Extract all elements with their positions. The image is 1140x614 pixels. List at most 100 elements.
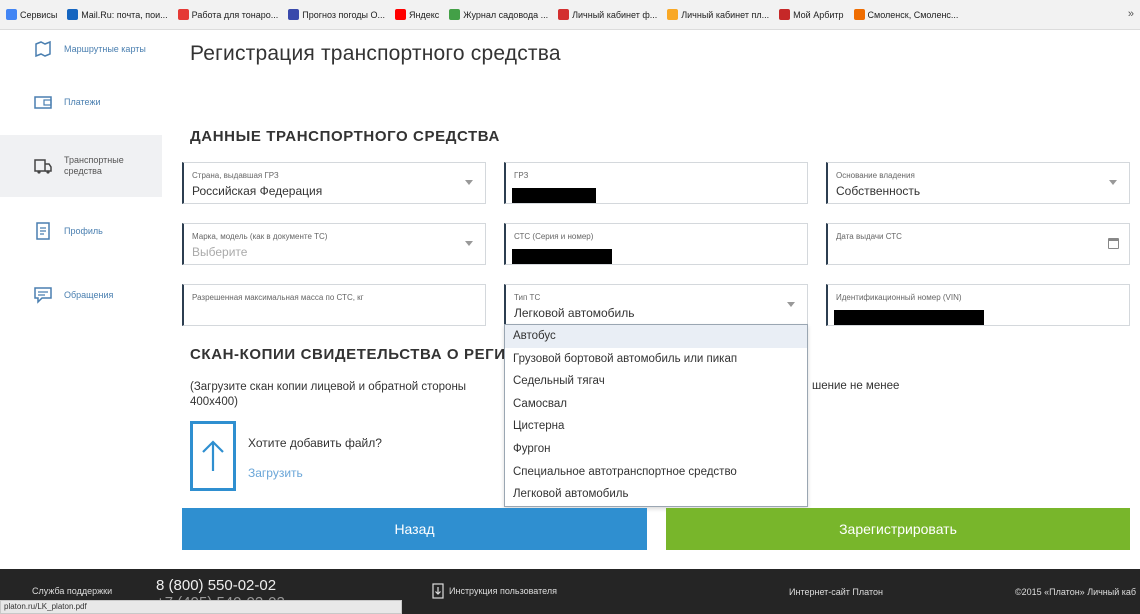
brand-select[interactable]: Марка, модель (как в документе ТС) Выбер… [182,223,486,265]
dropdown-option[interactable]: Седельный тягач [505,370,807,393]
support-phone: 8 (800) 550-02-02 [156,577,277,594]
sidebar-item-vehicles[interactable]: Транспортные средства [0,135,162,197]
bookmarks-more-button[interactable]: » [1128,8,1134,20]
back-button[interactable]: Назад [182,508,647,550]
map-icon [32,38,54,60]
bookmark-item[interactable]: Личный кабинет пл... [667,9,769,20]
ownership-select[interactable]: Основание владения Собственность [826,162,1130,204]
bookmark-label: Личный кабинет пл... [681,9,770,20]
field-label: СТС (Серия и номер) [514,232,594,241]
bookmark-item[interactable]: Мой Арбитр [779,9,844,20]
bookmark-item[interactable]: Работа для тонаро... [177,9,279,20]
field-label: Страна, выдавшая ГРЗ [192,171,279,180]
platon-site-link[interactable]: Интернет-сайт Платон [789,587,883,597]
profile-icon [32,220,54,242]
chat-icon [32,284,54,306]
bookmark-item[interactable]: Прогноз погоды О... [288,9,385,20]
scan-note-line1: (Загрузите скан копии лицевой и обратной… [190,381,467,393]
bookmark-item[interactable]: Яндекс [394,9,440,20]
status-bar-url: platon.ru/LK_platon.pdf [0,600,402,614]
instructions-link[interactable]: Инструкция пользователя [432,583,557,599]
calendar-icon[interactable] [1108,238,1119,249]
vin-field[interactable]: Идентификационный номер (VIN) [826,284,1130,326]
favicon-icon [449,9,461,20]
bookmark-label: Мой Арбитр [793,9,844,20]
dropdown-option[interactable]: Легковой автомобиль [505,483,807,506]
scan-note-line2: 400х400) [190,396,238,408]
field-label: Разрешенная максимальная масса по СТС, к… [192,293,364,302]
sts-field[interactable]: СТС (Серия и номер) [504,223,808,265]
sidebar-item-label: Транспортные средства [64,155,124,176]
bookmark-label: Работа для тонаро... [191,9,279,20]
sidebar-item-requests[interactable]: Обращения [0,264,162,326]
dropdown-option[interactable]: Грузовой бортовой автомобиль или пикап [505,348,807,371]
bookmark-label: Смоленск, Смоленс... [867,9,959,20]
bookmark-item[interactable]: Личный кабинет ф... [558,9,657,20]
redacted-value [834,310,984,325]
bookmark-label: Прогноз погоды О... [302,9,385,20]
upload-question: Хотите добавить файл? [248,436,382,450]
wallet-icon [32,91,54,113]
section-title-vehicle-data: ДАННЫЕ ТРАНСПОРТНОГО СРЕДСТВА [190,128,500,145]
dropdown-option[interactable]: Самосвал [505,393,807,416]
field-label: Марка, модель (как в документе ТС) [192,232,328,241]
redacted-value [512,188,596,203]
sts-date-field[interactable]: Дата выдачи СТС [826,223,1130,265]
favicon-icon [853,9,865,20]
chevron-down-icon [465,180,473,185]
sidebar-item-profile[interactable]: Профиль [0,200,162,262]
grz-field[interactable]: ГРЗ [504,162,808,204]
dropdown-option[interactable]: Автобус [505,325,807,348]
field-label: Дата выдачи СТС [836,232,902,241]
sidebar-item-label: Профиль [64,225,103,236]
dropdown-option[interactable]: Фургон [505,438,807,461]
favicon-icon [288,9,300,20]
vehicle-type-select[interactable]: Тип ТС Легковой автомобиль [504,284,808,326]
copyright: ©2015 «Платон» Личный каб [1015,587,1137,597]
field-value: Российская Федерация [192,184,323,198]
main-content: Регистрация транспортного средства ДАННЫ… [162,30,1140,569]
favicon-icon [394,9,406,20]
chevron-down-icon [1109,180,1117,185]
download-icon [432,583,444,599]
sidebar-item-payments[interactable]: Платежи [0,71,162,133]
favicon-icon [177,9,189,20]
sidebar-item-label: Маршрутные карты [64,43,146,54]
field-label: Идентификационный номер (VIN) [836,293,962,302]
vehicle-type-dropdown[interactable]: Автобус Грузовой бортовой автомобиль или… [504,324,808,507]
bookmark-label: Журнал садовода ... [463,9,549,20]
sidebar: Маршрутные карты Платежи Транспортные ср… [0,30,162,569]
sidebar-item-label: Платежи [64,96,101,107]
bookmarks-bar: Сервисы Mail.Ru: почта, пои... Работа для … [0,0,1140,30]
field-label: Тип ТС [514,293,541,302]
upload-link[interactable]: Загрузить [248,466,303,480]
scan-note-continued: шение не менее [812,380,900,392]
scan-note: (Загрузите скан копии лицевой и обратной… [190,380,500,410]
field-placeholder: Выберите [192,245,248,259]
bookmark-label: Яндекс [408,9,440,20]
section-title-scan-copies: СКАН-КОПИИ СВИДЕТЕЛЬСТВА О РЕГИ [190,346,506,363]
max-mass-field[interactable]: Разрешенная максимальная масса по СТС, к… [182,284,486,326]
bookmark-item[interactable]: Журнал садовода ... [449,9,548,20]
chevron-down-icon [787,302,795,307]
chevron-down-icon [465,241,473,246]
field-label: Основание владения [836,171,915,180]
favicon-icon [667,9,679,20]
truck-icon [32,155,54,177]
sidebar-item-label: Обращения [64,289,114,300]
field-value: Легковой автомобиль [514,306,635,320]
dropdown-option[interactable]: Специальное автотранспортное средство [505,461,807,484]
favicon-icon [558,9,570,20]
dropdown-option[interactable]: Цистерна [505,415,807,438]
redacted-value [512,249,612,264]
page-title: Регистрация транспортного средства [190,42,561,65]
bookmark-item[interactable]: Смоленск, Смоленс... [853,9,959,20]
field-label: ГРЗ [514,171,529,180]
country-select[interactable]: Страна, выдавшая ГРЗ Российская Федераци… [182,162,486,204]
register-button[interactable]: Зарегистрировать [666,508,1130,550]
favicon-icon [779,9,791,20]
arrow-up-icon [202,440,224,471]
support-label: Служба поддержки [32,586,113,596]
upload-button[interactable] [190,421,236,491]
bookmark-label: Личный кабинет ф... [572,9,658,20]
